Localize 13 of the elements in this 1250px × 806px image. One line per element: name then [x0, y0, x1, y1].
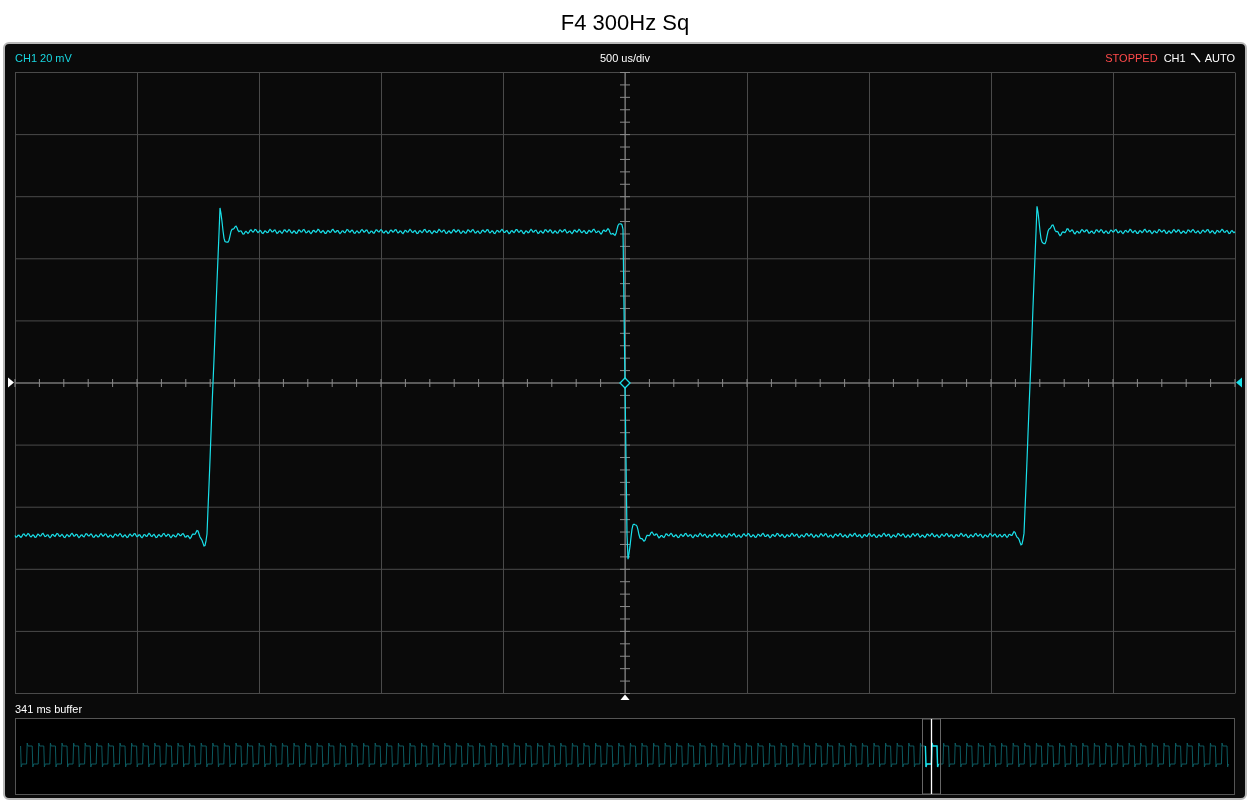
- trigger-channel-label: CH1: [1163, 52, 1186, 64]
- trigger-point-icon: [619, 377, 631, 389]
- trigger-level-marker-icon[interactable]: [8, 377, 14, 388]
- trigger-position-marker-icon[interactable]: [620, 694, 630, 700]
- channel-scale-label: CH1 20 mV: [15, 52, 72, 64]
- view-window-waveform: [924, 742, 940, 768]
- trigger-mode-label: AUTO: [1204, 52, 1235, 64]
- buffer-label: 341 ms buffer: [15, 703, 83, 717]
- channel-offset-marker-icon[interactable]: [1236, 377, 1242, 388]
- timebase-label: 500 us/div: [599, 52, 651, 64]
- view-window[interactable]: [922, 718, 941, 795]
- window-title: F4 300Hz Sq: [560, 9, 690, 36]
- status-label: STOPPED: [1105, 52, 1158, 64]
